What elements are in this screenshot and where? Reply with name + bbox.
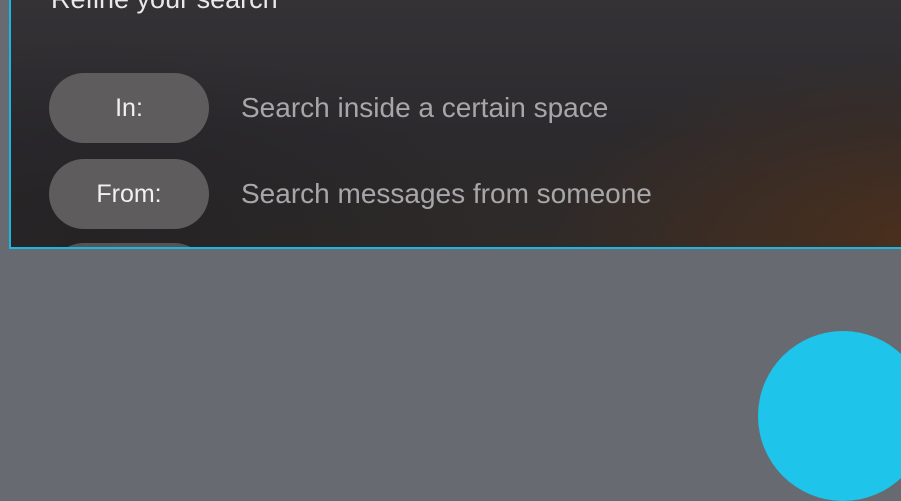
partial-filter-button[interactable] [49,243,209,247]
filter-row-partial [49,243,209,247]
refine-search-panel: Refine your search In: Search inside a c… [9,0,901,249]
in-filter-description: Search inside a certain space [241,92,609,123]
from-filter-button[interactable]: From: [49,159,209,229]
filter-row-from: From: Search messages from someone [49,159,652,229]
filter-row-in: In: Search inside a certain space [49,73,608,143]
from-filter-description: Search messages from someone [241,178,652,209]
in-filter-button[interactable]: In: [49,73,209,143]
floating-action-button[interactable] [758,331,901,501]
panel-title: Refine your search [51,0,278,14]
